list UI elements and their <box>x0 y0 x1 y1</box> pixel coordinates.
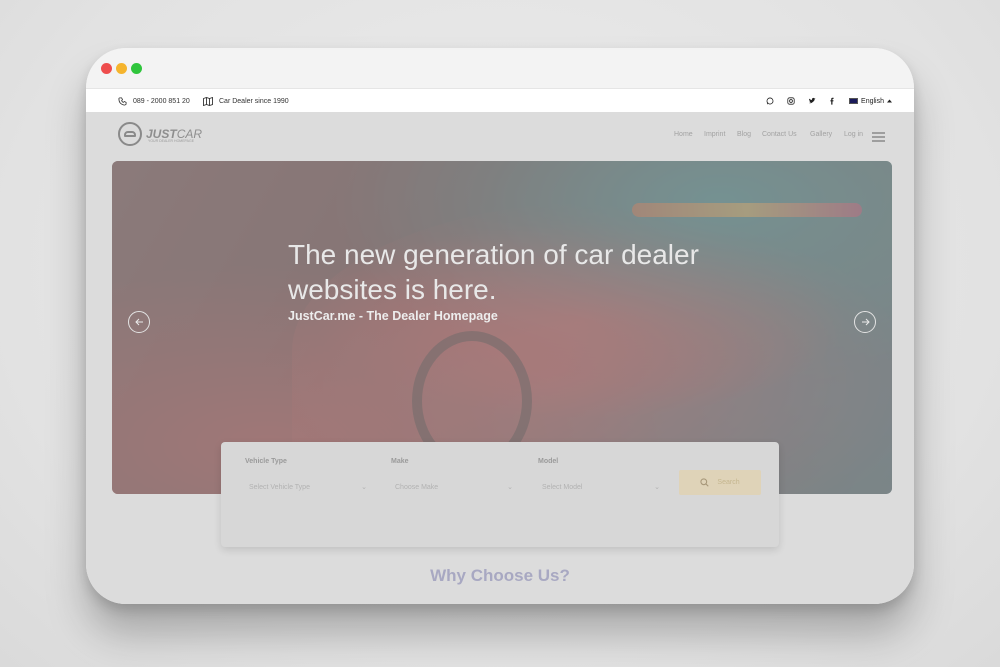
vehicle-type-select[interactable]: Select Vehicle Type ⌄ <box>243 476 373 498</box>
twitter-icon[interactable] <box>807 96 817 106</box>
arrow-right-icon <box>861 318 870 326</box>
map-icon <box>203 96 213 106</box>
slider-next-button[interactable] <box>854 311 876 333</box>
make-value: Choose Make <box>395 483 439 491</box>
facebook-icon[interactable] <box>827 96 837 106</box>
dealer-info: Car Dealer since 1990 <box>203 89 289 113</box>
slider-prev-button[interactable] <box>128 311 150 333</box>
device-frame: 089 - 2000 851 20 Car Dealer since 1990 … <box>86 48 914 604</box>
close-window-button[interactable] <box>101 63 112 74</box>
phone-number: 089 - 2000 851 20 <box>133 97 190 105</box>
search-button-label: Search <box>717 479 740 486</box>
search-icon <box>700 478 710 487</box>
nav-gallery[interactable]: Gallery <box>810 131 832 138</box>
logo-tagline: YOUR DEALER HOMEPAGE <box>148 139 195 143</box>
minimize-window-button[interactable] <box>116 63 127 74</box>
chevron-up-icon <box>887 99 892 103</box>
nav-log-in[interactable]: Log in <box>844 131 863 138</box>
phone-info[interactable]: 089 - 2000 851 20 <box>118 89 190 113</box>
chevron-down-icon: ⌄ <box>507 484 513 491</box>
search-button[interactable]: Search <box>679 470 761 495</box>
vehicle-search-form: Vehicle Type Select Vehicle Type ⌄ Make … <box>221 442 779 547</box>
vehicle-type-value: Select Vehicle Type <box>249 483 310 491</box>
top-info-bar: 089 - 2000 851 20 Car Dealer since 1990 … <box>86 88 914 113</box>
uk-flag-icon <box>849 98 859 104</box>
make-select[interactable]: Choose Make ⌄ <box>389 476 519 498</box>
dealer-tagline: Car Dealer since 1990 <box>219 97 289 105</box>
nav-contact-us[interactable]: Contact Us <box>762 131 797 138</box>
make-label: Make <box>391 458 409 465</box>
nav-blog[interactable]: Blog <box>737 131 751 138</box>
language-selector[interactable]: English <box>849 89 892 113</box>
nav-imprint[interactable]: Imprint <box>704 131 725 138</box>
window-chrome <box>86 48 914 88</box>
phone-icon <box>118 96 127 106</box>
model-label: Model <box>538 458 559 465</box>
model-select[interactable]: Select Model ⌄ <box>536 476 666 498</box>
chevron-down-icon: ⌄ <box>654 484 660 491</box>
model-value: Select Model <box>542 483 583 491</box>
maximize-window-button[interactable] <box>131 63 142 74</box>
nav-home[interactable]: Home <box>674 131 693 138</box>
website-content: JUSTCAR YOUR DEALER HOMEPAGE Home Imprin… <box>86 112 914 604</box>
chevron-down-icon: ⌄ <box>361 484 367 491</box>
site-logo[interactable]: JUSTCAR YOUR DEALER HOMEPAGE <box>118 122 202 146</box>
hero-title: The new generation of car dealer website… <box>288 239 699 305</box>
logo-icon <box>118 122 142 146</box>
why-choose-us-heading: Why Choose Us? <box>430 566 570 585</box>
language-label: English <box>861 97 884 105</box>
instagram-icon[interactable] <box>786 96 796 106</box>
vehicle-type-label: Vehicle Type <box>245 458 287 465</box>
hero-subtitle: JustCar.me - The Dealer Homepage <box>288 309 498 323</box>
arrow-left-icon <box>134 318 143 326</box>
menu-icon[interactable] <box>872 132 885 144</box>
whatsapp-icon[interactable] <box>765 96 775 106</box>
